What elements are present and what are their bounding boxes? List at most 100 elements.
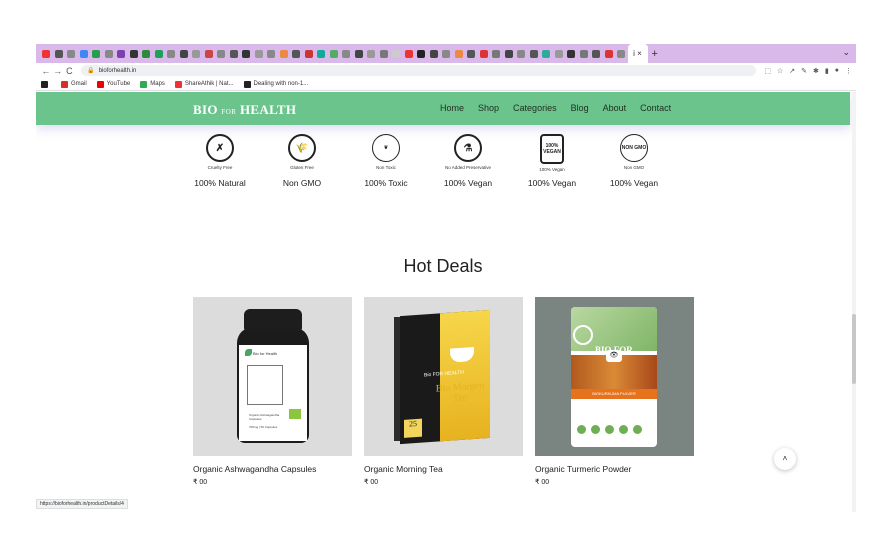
active-browser-tab[interactable]: i × [627,44,648,63]
browser-tab[interactable] [290,44,303,63]
browser-tab[interactable] [415,44,428,63]
toolbar-extension-icon[interactable]: ☆ [777,67,783,75]
plant-illustration [247,365,283,405]
browser-tab[interactable] [153,44,166,63]
browser-tab[interactable] [340,44,353,63]
toolbar-extension-icon[interactable]: ⋮ [845,67,852,75]
tab-favicon-icon [329,49,338,58]
browser-tab[interactable] [228,44,241,63]
new-tab-button[interactable]: + [652,48,658,60]
nav-shop[interactable]: Shop [478,103,499,113]
browser-tab[interactable] [315,44,328,63]
reload-button[interactable]: C [63,66,75,76]
browser-tab[interactable] [265,44,278,63]
product-image[interactable]: Bio for Health Organic Ashwagandha Capsu… [193,297,352,456]
nav-home[interactable]: Home [440,103,464,113]
browser-tab[interactable] [328,44,341,63]
bookmark-item[interactable]: YouTube [96,80,130,88]
browser-tab[interactable] [240,44,253,63]
product-card-ashwagandha[interactable]: Bio for Health Organic Ashwagandha Capsu… [193,297,352,486]
browser-tab[interactable] [615,44,628,63]
browser-tab[interactable] [103,44,116,63]
browser-tab[interactable] [78,44,91,63]
tab-favicon-icon [79,49,88,58]
browser-tab[interactable] [390,44,403,63]
page-scrollbar[interactable] [852,92,856,512]
bookmark-favicon-icon [61,80,68,88]
browser-tab[interactable] [353,44,366,63]
address-bar[interactable]: 🔒 bioforhealth.in [81,65,757,76]
tab-favicon-icon [579,49,588,58]
toolbar-extension-icon[interactable]: ● [835,67,839,74]
forward-button[interactable]: → [52,66,64,76]
browser-tab[interactable] [403,44,416,63]
site-logo[interactable]: BIO FOR HEALTH [193,102,296,118]
site-header: BIO FOR HEALTH Home Shop Categories Blog… [36,92,850,125]
browser-tab[interactable] [278,44,291,63]
browser-tab[interactable] [115,44,128,63]
browser-tab[interactable] [528,44,541,63]
tab-favicon-icon [417,49,426,58]
tab-search-chevron-icon[interactable]: ⌄ [842,47,850,58]
nav-categories[interactable]: Categories [513,103,557,113]
browser-tab[interactable] [190,44,203,63]
tab-favicon-icon [467,49,476,58]
bookmark-item[interactable] [41,80,51,88]
browser-tab[interactable] [65,44,78,63]
browser-tab[interactable] [178,44,191,63]
product-card-turmeric[interactable]: BIO FOR HEALTH BIOKURKUMA PULVER 👁 Organ… [535,297,694,486]
toolbar-extension-icon[interactable]: ↗ [789,67,795,75]
bookmark-favicon-icon [140,80,148,88]
browser-tab[interactable] [203,44,216,63]
nav-contact[interactable]: Contact [640,103,671,113]
browser-tab[interactable] [253,44,266,63]
product-card-morning-tea[interactable]: Bio FOR HEALTH Bio Morgen Tee 25 Organic… [364,297,523,486]
quick-view-eye-icon[interactable]: 👁 [606,350,622,362]
browser-tab[interactable] [140,44,153,63]
browser-tab[interactable] [378,44,391,63]
browser-tab[interactable] [53,44,66,63]
bookmark-item[interactable]: Maps [140,80,165,88]
browser-tab[interactable] [565,44,578,63]
browser-tab[interactable] [540,44,553,63]
back-button[interactable]: ← [40,66,52,76]
browser-tab[interactable] [165,44,178,63]
browser-tab[interactable] [515,44,528,63]
nav-about[interactable]: About [603,103,627,113]
toolbar-extension-icon[interactable]: ⬚ [764,67,771,75]
browser-tab[interactable] [590,44,603,63]
browser-tab[interactable] [40,44,53,63]
badge-cruelty-free: ✗ Cruelty Free 100% Natural [180,134,260,188]
browser-tab[interactable] [303,44,316,63]
browser-tab[interactable] [465,44,478,63]
product-name[interactable]: Organic Turmeric Powder [535,464,694,474]
tab-favicon-icon [217,49,226,58]
bookmark-item[interactable]: Gmail [61,80,87,88]
tab-favicon-icon [442,49,451,58]
bookmark-item[interactable]: Dealing with non-1... [243,80,308,88]
browser-tab[interactable] [90,44,103,63]
browser-tab[interactable] [365,44,378,63]
bookmark-item[interactable]: ShareAthik | Nat... [174,80,234,88]
toolbar-extension-icon[interactable]: ✎ [801,67,807,75]
browser-tab[interactable] [578,44,591,63]
product-name[interactable]: Organic Morning Tea [364,464,523,474]
browser-tab[interactable] [553,44,566,63]
browser-tab[interactable] [428,44,441,63]
browser-tab[interactable] [453,44,466,63]
browser-tab[interactable] [215,44,228,63]
browser-tab[interactable] [603,44,616,63]
product-name[interactable]: Organic Ashwagandha Capsules [193,464,352,474]
browser-tab[interactable] [478,44,491,63]
scroll-to-top-button[interactable]: ˄ [774,448,796,470]
browser-tab[interactable] [128,44,141,63]
browser-tab[interactable] [440,44,453,63]
product-image[interactable]: BIO FOR HEALTH BIOKURKUMA PULVER 👁 [535,297,694,456]
toolbar-extension-icon[interactable]: ✱ [813,67,819,75]
browser-tab[interactable] [503,44,516,63]
nav-blog[interactable]: Blog [571,103,589,113]
toolbar-extension-icon[interactable]: ▮ [825,67,829,75]
browser-tab[interactable] [490,44,503,63]
scrollbar-thumb[interactable] [852,314,856,384]
product-image[interactable]: Bio FOR HEALTH Bio Morgen Tee 25 [364,297,523,456]
